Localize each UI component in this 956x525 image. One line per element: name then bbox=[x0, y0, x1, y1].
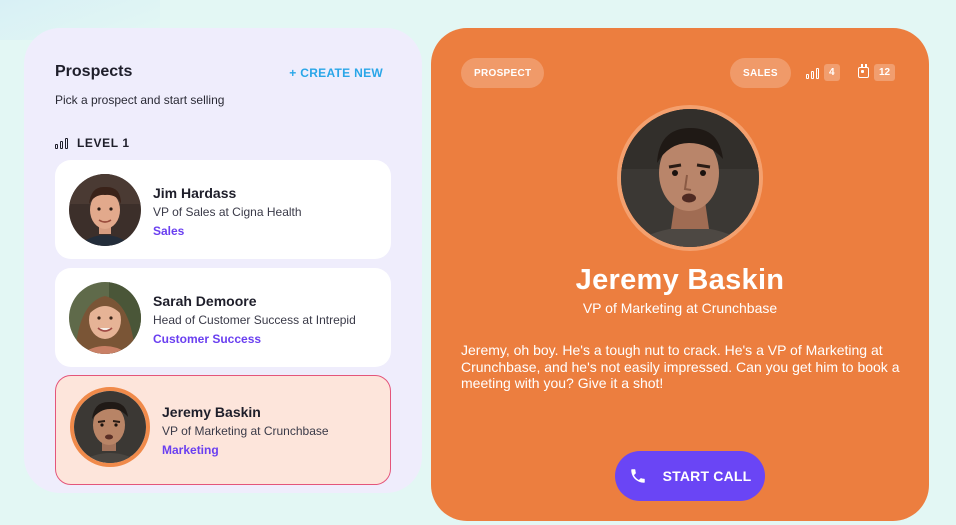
prospect-name: Sarah Demoore bbox=[153, 293, 257, 309]
prospects-panel: Prospects + CREATE NEW Pick a prospect a… bbox=[24, 28, 422, 493]
calendar-icon bbox=[858, 64, 869, 78]
level-label: LEVEL 1 bbox=[77, 136, 130, 150]
level-heading: LEVEL 1 bbox=[55, 136, 130, 150]
prospect-tag: Sales bbox=[153, 224, 185, 238]
prospect-role: VP of Sales at Cigna Health bbox=[153, 205, 302, 219]
panel-title: Prospects bbox=[55, 63, 133, 80]
prospect-description: Jeremy, oh boy. He's a tough nut to crac… bbox=[461, 342, 900, 391]
prospect-badge: PROSPECT bbox=[461, 58, 545, 88]
prospect-detail-name: Jeremy Baskin bbox=[575, 264, 785, 296]
prospect-role: VP of Marketing at Crunchbase bbox=[162, 424, 329, 438]
avatar bbox=[69, 174, 141, 246]
sales-badge: SALES bbox=[730, 58, 791, 88]
phone-icon bbox=[629, 467, 647, 485]
signal-bars-icon bbox=[55, 137, 68, 149]
prospect-tag: Customer Success bbox=[153, 332, 262, 346]
panel-subtitle: Pick a prospect and start selling bbox=[55, 93, 225, 107]
create-new-button[interactable]: + CREATE NEW bbox=[289, 66, 383, 80]
level-stat: 4 bbox=[806, 64, 840, 81]
signal-bars-icon bbox=[806, 67, 819, 79]
prospect-card-jim[interactable]: Jim Hardass VP of Sales at Cigna Health … bbox=[55, 160, 391, 259]
avatar bbox=[70, 387, 150, 467]
level-count: 4 bbox=[824, 64, 840, 81]
prospect-avatar-large bbox=[617, 105, 763, 251]
prospect-card-sarah[interactable]: Sarah Demoore Head of Customer Success a… bbox=[55, 268, 391, 367]
calendar-stat: 12 bbox=[858, 64, 896, 81]
prospect-card-jeremy[interactable]: Jeremy Baskin VP of Marketing at Crunchb… bbox=[55, 375, 391, 485]
prospect-role: Head of Customer Success at Intrepid bbox=[153, 313, 356, 327]
prospect-detail-panel: PROSPECT SALES 4 12 Jeremy Baskin VP of … bbox=[431, 28, 929, 521]
prospect-detail-role: VP of Marketing at Crunchbase bbox=[582, 300, 778, 316]
prospect-name: Jeremy Baskin bbox=[162, 404, 261, 420]
start-call-label: START CALL bbox=[662, 468, 752, 484]
avatar bbox=[69, 282, 141, 354]
start-call-button[interactable]: START CALL bbox=[615, 451, 765, 501]
prospect-name: Jim Hardass bbox=[153, 185, 237, 201]
prospect-tag: Marketing bbox=[162, 443, 219, 457]
calendar-count: 12 bbox=[874, 64, 896, 81]
